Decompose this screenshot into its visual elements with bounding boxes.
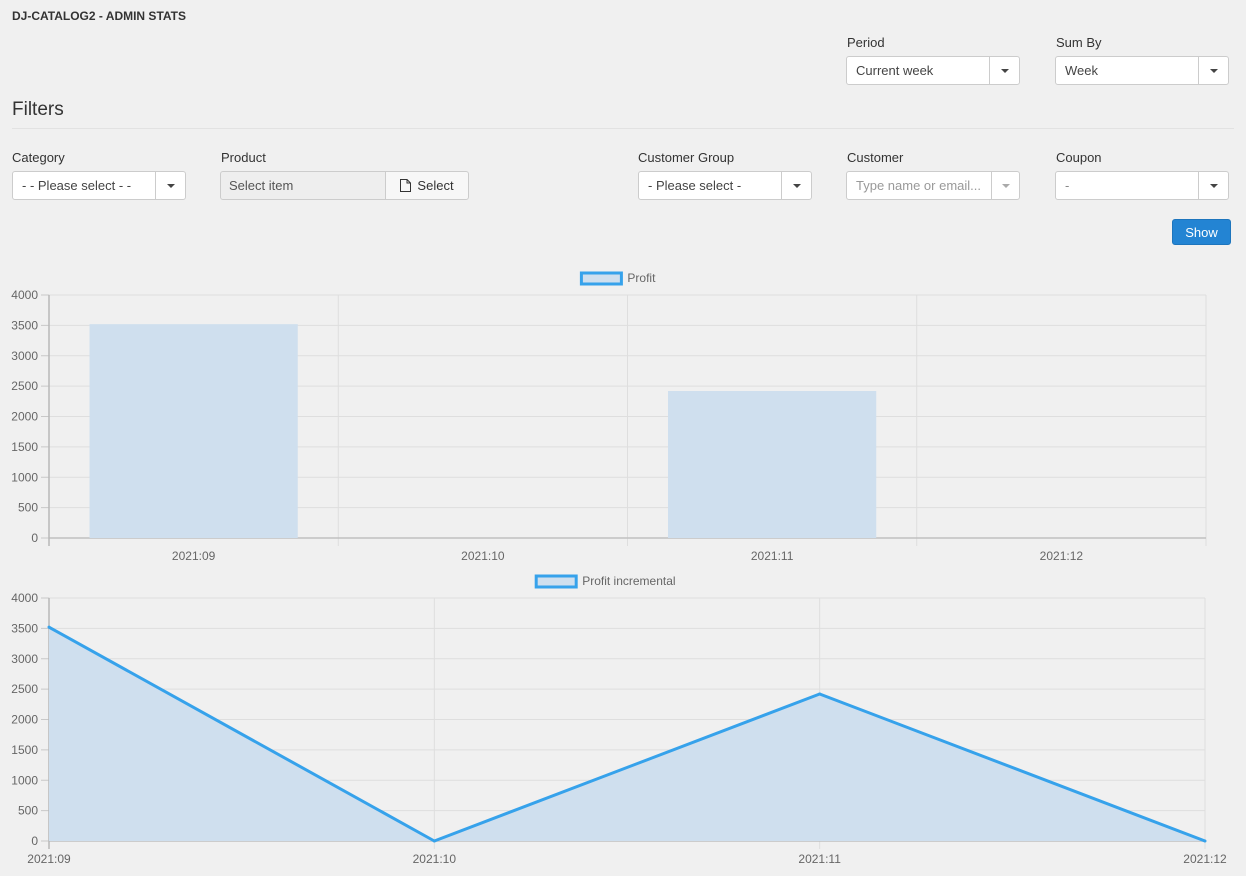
legend-label: Profit incremental <box>582 574 675 588</box>
y-tick-label: 1000 <box>11 773 38 787</box>
filters-heading: Filters <box>12 99 64 120</box>
show-button[interactable]: Show <box>1172 219 1231 245</box>
customer-dropdown-toggle[interactable] <box>991 172 1019 199</box>
y-tick-label: 1500 <box>11 440 38 454</box>
category-select[interactable]: - - Please select - - <box>12 171 186 200</box>
coupon-select[interactable]: - <box>1055 171 1229 200</box>
x-tick-label: 2021:09 <box>172 549 216 562</box>
product-input[interactable]: Select item <box>220 171 386 200</box>
category-value: - - Please select - - <box>22 178 132 193</box>
customer-group-value: - Please select - <box>648 178 742 193</box>
legend: Profit <box>579 271 656 286</box>
customer-label: Customer <box>847 150 904 165</box>
period-value: Current week <box>856 63 934 78</box>
x-tick-label: 2021:11 <box>751 549 794 562</box>
product-select-button[interactable]: Select <box>385 171 469 200</box>
customer-group-label: Customer Group <box>638 150 735 165</box>
caret-down-icon <box>1209 183 1218 188</box>
legend-swatch <box>534 574 578 589</box>
y-tick-label: 1500 <box>11 743 38 757</box>
file-icon <box>400 179 412 192</box>
y-tick-label: 3000 <box>11 652 38 666</box>
customer-group-select[interactable]: - Please select - <box>638 171 812 200</box>
y-tick-label: 2500 <box>11 379 38 393</box>
caret-down-icon <box>1001 183 1010 188</box>
y-tick-label: 4000 <box>11 288 38 302</box>
coupon-label: Coupon <box>1056 150 1102 165</box>
y-tick-label: 2500 <box>11 682 38 696</box>
bar-2021:11 <box>667 390 877 538</box>
period-label: Period <box>847 35 885 50</box>
customer-group-dropdown-toggle[interactable] <box>781 172 811 199</box>
product-select-button-label: Select <box>417 178 454 193</box>
y-tick-label: 3500 <box>11 621 38 635</box>
y-tick-label: 500 <box>18 804 38 818</box>
customer-select[interactable]: Type name or email... <box>846 171 1020 200</box>
filters-divider <box>12 128 1234 129</box>
data-point-2021:11 <box>818 692 822 696</box>
caret-down-icon <box>1000 68 1009 73</box>
y-tick-label: 500 <box>18 501 38 515</box>
y-tick-label: 0 <box>31 531 38 545</box>
legend-swatch <box>579 271 623 286</box>
period-select[interactable]: Current week <box>846 56 1020 85</box>
x-tick-label: 2021:12 <box>1040 549 1084 562</box>
y-tick-label: 2000 <box>11 713 38 727</box>
coupon-dropdown-toggle[interactable] <box>1198 172 1228 199</box>
category-dropdown-toggle[interactable] <box>155 172 185 199</box>
coupon-value: - <box>1065 178 1070 193</box>
y-tick-label: 1000 <box>11 470 38 484</box>
legend: Profit incremental <box>534 574 676 589</box>
sum-by-value: Week <box>1065 63 1098 78</box>
x-tick-label: 2021:12 <box>1183 852 1227 866</box>
sum-by-dropdown-toggle[interactable] <box>1198 57 1228 84</box>
y-tick-label: 3000 <box>11 349 38 363</box>
profit-incremental-area-chart: Profit incremental 0 500 1000 1500 2000 2500 30… <box>11 574 1227 866</box>
y-tick-label: 4000 <box>11 591 38 605</box>
bar-2021:09 <box>89 324 298 538</box>
period-dropdown-toggle[interactable] <box>989 57 1019 84</box>
legend-label: Profit <box>627 271 656 285</box>
y-tick-label: 2000 <box>11 410 38 424</box>
sum-by-select[interactable]: Week <box>1055 56 1229 85</box>
data-point-2021:12 <box>1203 839 1207 843</box>
sum-by-label: Sum By <box>1056 35 1102 50</box>
x-tick-label: 2021:09 <box>27 852 71 866</box>
page-title: DJ-CATALOG2 - ADMIN STATS <box>12 9 186 23</box>
data-point-2021:10 <box>432 839 436 843</box>
data-point-2021:09 <box>47 625 51 629</box>
profit-bar-chart: Profit 0 500 1000 1500 2000 2500 3000 3500 4000 20… <box>11 271 1207 562</box>
y-tick-label: 3500 <box>11 318 38 332</box>
customer-input-placeholder[interactable]: Type name or email... <box>847 178 991 193</box>
x-tick-label: 2021:11 <box>798 852 841 866</box>
y-tick-label: 0 <box>31 834 38 848</box>
caret-down-icon <box>792 183 801 188</box>
x-tick-label: 2021:10 <box>413 852 457 866</box>
x-tick-label: 2021:10 <box>461 549 505 562</box>
caret-down-icon <box>166 183 175 188</box>
caret-down-icon <box>1209 68 1218 73</box>
product-label: Product <box>221 150 266 165</box>
category-label: Category <box>12 150 65 165</box>
